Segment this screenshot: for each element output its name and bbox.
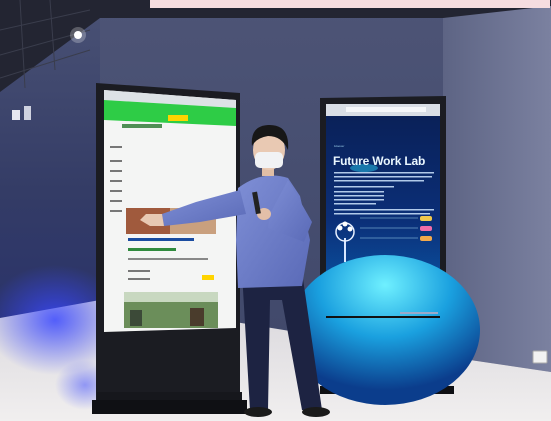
wall-sensor bbox=[12, 110, 20, 120]
photo bbox=[0, 0, 551, 421]
wall-sensor bbox=[24, 106, 31, 120]
left-kiosk bbox=[92, 83, 247, 414]
photo-scene: iHoover Future Work Lab bbox=[0, 0, 551, 421]
face-mask bbox=[255, 152, 283, 168]
right-screen-caption: iHoover bbox=[334, 144, 345, 148]
planet-graphic bbox=[290, 255, 480, 405]
right-screen-title: Future Work Lab bbox=[333, 154, 426, 168]
wall-outlet bbox=[532, 350, 548, 364]
ceiling-light-strip bbox=[150, 0, 550, 8]
